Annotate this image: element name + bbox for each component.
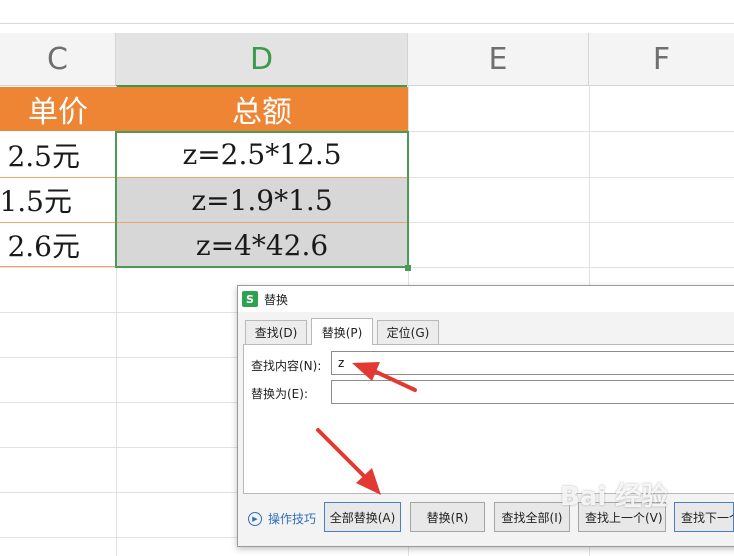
arrow-to-find-input	[352, 362, 417, 392]
watermark-logo: Bai 经验	[560, 482, 668, 512]
tab-replace[interactable]: 替换(P)	[311, 318, 373, 345]
annotation-arrows	[316, 362, 417, 495]
arrow-to-replace-all	[316, 428, 381, 495]
